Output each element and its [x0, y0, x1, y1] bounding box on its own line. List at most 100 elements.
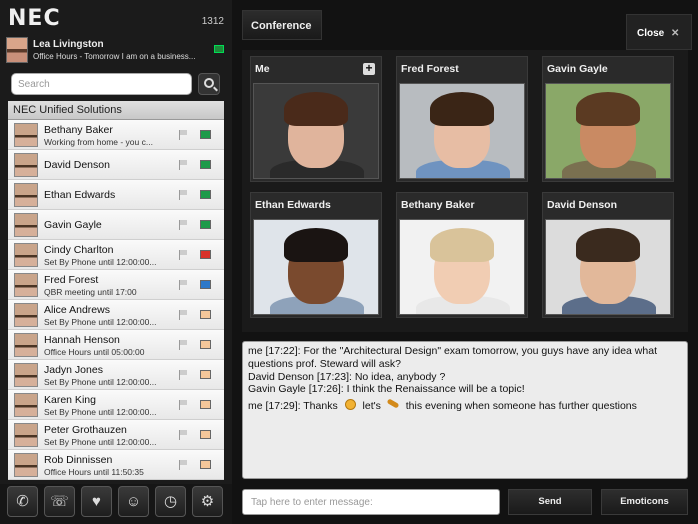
emoticons-button[interactable]: Emoticons	[601, 489, 688, 515]
participant-video	[399, 83, 525, 179]
favorites-button[interactable]: ♥	[81, 486, 112, 517]
participant-name: Fred Forest	[401, 63, 459, 75]
list-item[interactable]: Alice Andrews Set By Phone until 12:00:00…	[8, 300, 224, 330]
avatar	[14, 273, 38, 297]
participant-name: Ethan Edwards	[255, 199, 331, 211]
list-item[interactable]: Fred Forest QBR meeting until 17:00	[8, 270, 224, 300]
list-item[interactable]: David Denson	[8, 150, 224, 180]
flag-icon[interactable]	[179, 160, 187, 170]
chat-message: Gavin Gayle [17:26]: I think the Renaiss…	[248, 383, 525, 396]
flag-icon[interactable]	[179, 340, 187, 350]
flag-icon[interactable]	[179, 280, 187, 290]
presence-icon	[200, 160, 211, 169]
flag-icon[interactable]	[179, 130, 187, 140]
contact-status: Set By Phone until 12:00:00...	[44, 437, 157, 447]
participant-video	[545, 219, 671, 315]
avatar	[14, 153, 38, 177]
flag-icon[interactable]	[179, 430, 187, 440]
list-item[interactable]: Hannah Henson Office Hours until 05:00:00	[8, 330, 224, 360]
participant-tile[interactable]: Fred Forest	[396, 56, 528, 182]
list-item[interactable]: Jadyn Jones Set By Phone until 12:00:00..…	[8, 360, 224, 390]
participant-tile[interactable]: Ethan Edwards	[250, 192, 382, 318]
conference-panel: Conference Close ✕ Me + Fred Forest Gavin G…	[232, 0, 698, 524]
list-item[interactable]: Ethan Edwards	[8, 180, 224, 210]
presence-icon	[200, 340, 211, 349]
flag-icon[interactable]	[179, 310, 187, 320]
clock-icon: ◷	[163, 493, 178, 510]
contact-list: Bethany Baker Working from home - you c..…	[8, 120, 224, 480]
avatar	[14, 363, 38, 387]
participant-tile[interactable]: David Denson	[542, 192, 674, 318]
contact-name: Bethany Baker	[44, 124, 113, 136]
presence-icon	[200, 310, 211, 319]
flag-icon[interactable]	[179, 220, 187, 230]
presence-icon	[200, 220, 211, 229]
call-transfer-icon: ☏	[50, 493, 69, 510]
chat-message: me [17:29]: Thanks let's this evening wh…	[248, 399, 682, 413]
presence-icon	[200, 280, 211, 289]
flag-icon[interactable]	[179, 460, 187, 470]
participant-video	[545, 83, 671, 179]
participant-tile[interactable]: Gavin Gayle	[542, 56, 674, 182]
my-name: Lea Livingston	[33, 39, 104, 50]
contact-group-header[interactable]: NEC Unified Solutions	[8, 101, 224, 120]
presence-icon	[200, 190, 211, 199]
avatar	[14, 123, 38, 147]
search-button[interactable]	[198, 73, 220, 95]
contact-name: Fred Forest	[44, 274, 99, 286]
call-transfer-button[interactable]: ☏	[44, 486, 75, 517]
contact-status: Set By Phone until 12:00:00...	[44, 317, 157, 327]
list-item[interactable]: Bethany Baker Working from home - you c..…	[8, 120, 224, 150]
presence-icon	[200, 370, 211, 379]
message-input[interactable]: Tap here to enter message:	[242, 489, 500, 515]
contacts-icon: ☺	[125, 493, 142, 510]
flag-icon[interactable]	[179, 370, 187, 380]
contacts-button[interactable]: ☺	[118, 486, 149, 517]
participant-name: Bethany Baker	[401, 199, 475, 211]
contact-name: David Denson	[44, 159, 110, 171]
close-icon: ✕	[671, 28, 680, 39]
list-item[interactable]: Peter Grothauzen Set By Phone until 12:00…	[8, 420, 224, 450]
send-button[interactable]: Send	[508, 489, 592, 515]
avatar	[14, 423, 38, 447]
participant-name: David Denson	[547, 199, 618, 211]
flag-icon[interactable]	[179, 190, 187, 200]
add-participant-icon[interactable]: +	[363, 62, 375, 75]
contact-name: Jadyn Jones	[44, 364, 103, 376]
contact-status: QBR meeting until 17:00	[44, 287, 137, 297]
contact-status: Working from home - you c...	[44, 137, 153, 147]
my-status-row[interactable]: Lea Livingston Office Hours - Tomorrow I…	[6, 37, 226, 67]
chat-text: me [17:29]: Thanks	[248, 400, 338, 413]
contact-status: Set By Phone until 12:00:00...	[44, 377, 157, 387]
avatar	[14, 243, 38, 267]
extension-number: 1312	[201, 16, 224, 27]
smiley-emoticon-icon	[344, 399, 356, 411]
flag-icon[interactable]	[179, 400, 187, 410]
chat-message: me [17:22]: For the "Architectural Desig…	[248, 345, 657, 370]
contact-name: Cindy Charlton	[44, 244, 114, 256]
list-item[interactable]: Cindy Charlton Set By Phone until 12:00:0…	[8, 240, 224, 270]
presence-icon	[200, 250, 211, 259]
presence-available-icon	[214, 45, 224, 53]
presence-icon	[200, 400, 211, 409]
participant-video	[399, 219, 525, 315]
search-input[interactable]: Search	[11, 73, 192, 95]
history-button[interactable]: ◷	[155, 486, 186, 517]
participant-tile[interactable]: Me +	[250, 56, 382, 182]
flag-icon[interactable]	[179, 250, 187, 260]
phone-button[interactable]: ✆	[7, 486, 38, 517]
contact-status: Set By Phone until 12:00:00...	[44, 257, 157, 267]
list-item[interactable]: Gavin Gayle	[8, 210, 224, 240]
contact-name: Hannah Henson	[44, 334, 120, 346]
avatar	[14, 213, 38, 237]
settings-button[interactable]: ⚙	[192, 486, 223, 517]
bottom-toolbar: ✆ ☏ ♥ ☺ ◷ ⚙	[0, 484, 232, 524]
my-status-text: Office Hours - Tomorrow I am on a busine…	[33, 52, 196, 61]
participant-video	[253, 83, 379, 179]
contact-name: Peter Grothauzen	[44, 424, 127, 436]
list-item[interactable]: Karen King Set By Phone until 12:00:00...	[8, 390, 224, 420]
close-button[interactable]: Close ✕	[626, 14, 692, 50]
list-item[interactable]: Rob Dinnissen Office Hours until 11:50:35	[8, 450, 224, 480]
participant-tile[interactable]: Bethany Baker	[396, 192, 528, 318]
tab-conference[interactable]: Conference	[242, 10, 322, 40]
